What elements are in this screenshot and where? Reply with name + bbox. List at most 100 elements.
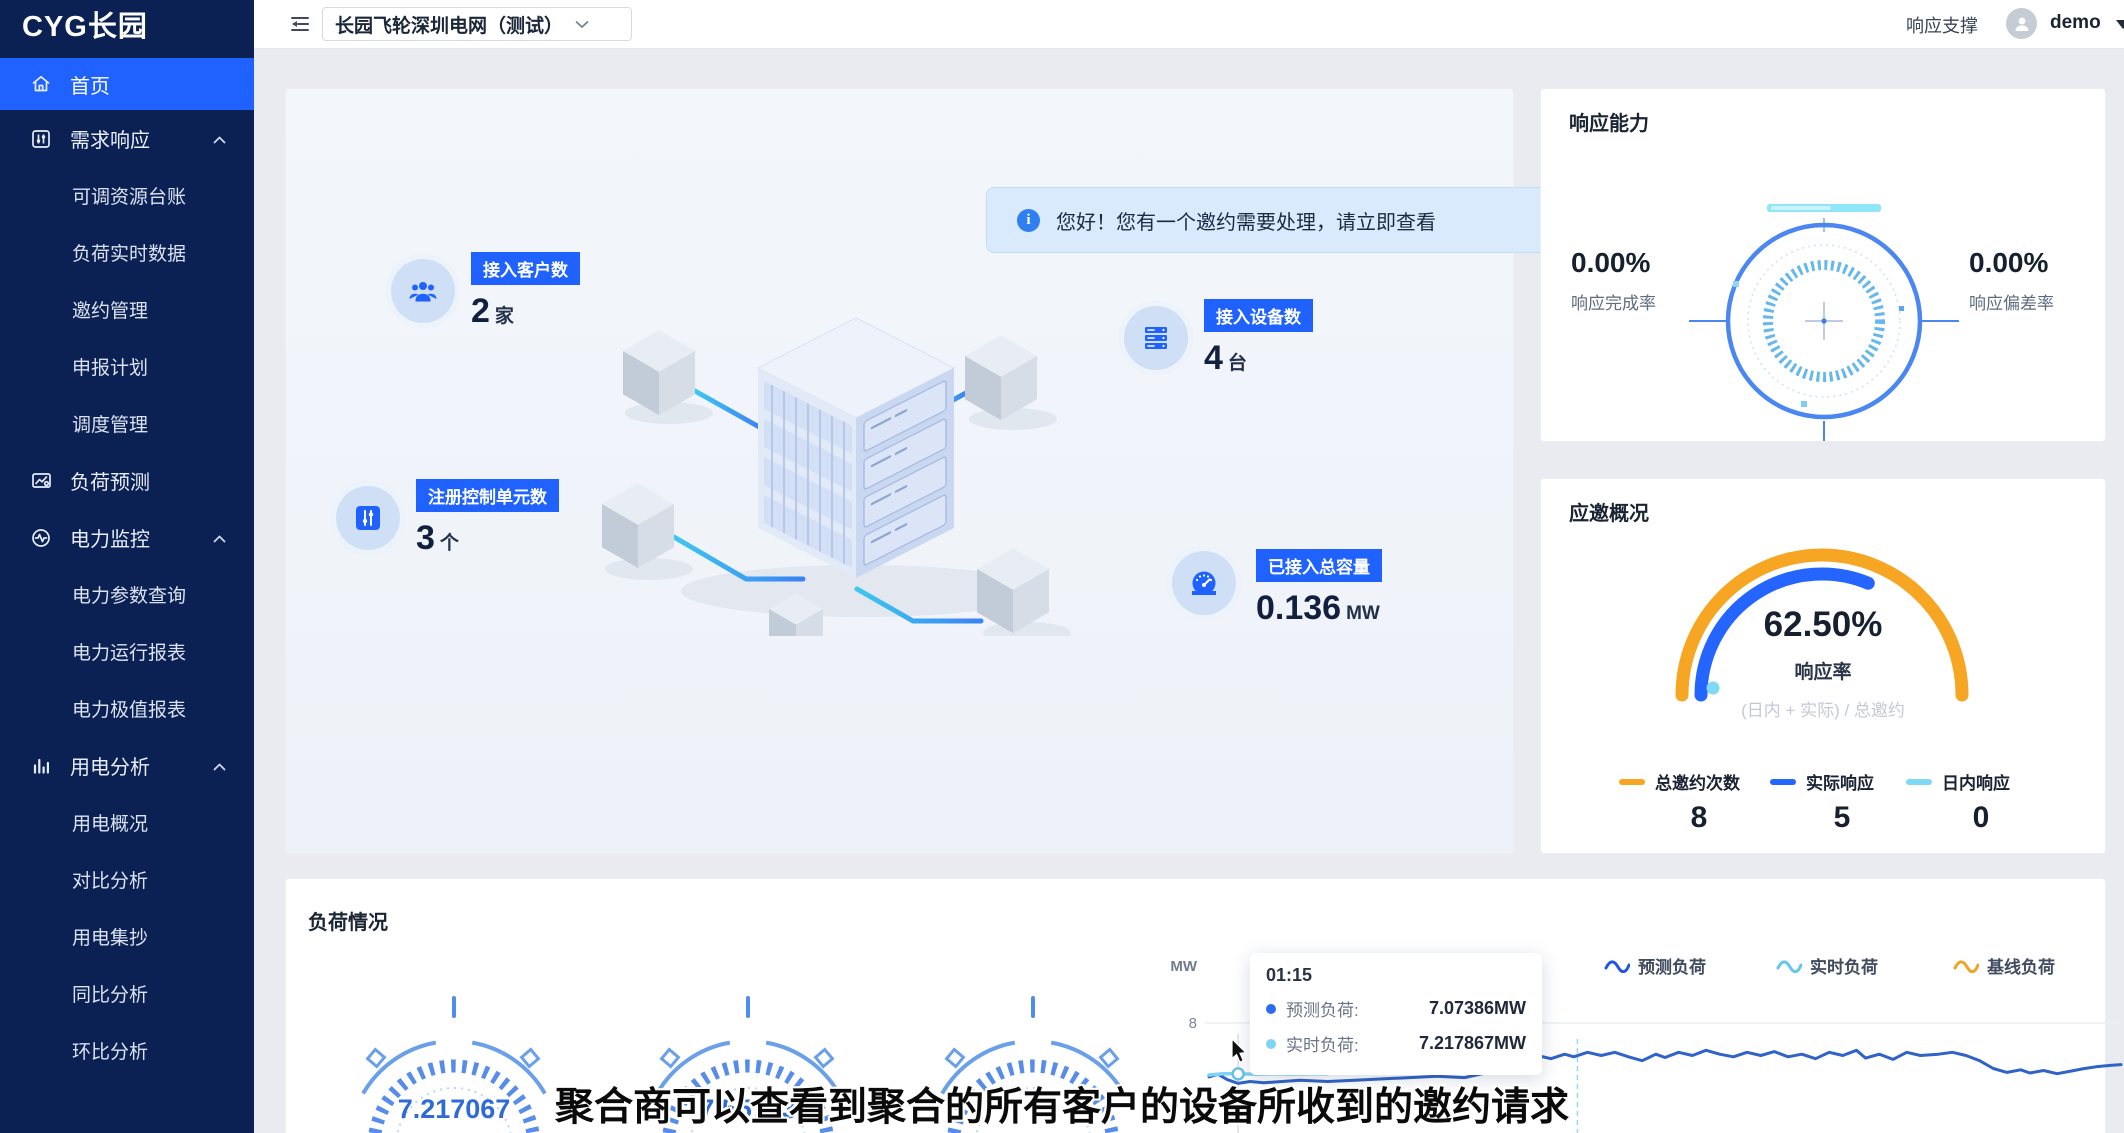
user-icon	[2013, 15, 2031, 33]
sidebar-item-label: 用电分析	[70, 751, 150, 780]
deviation-rate-value: 0.00%	[1969, 247, 2109, 279]
sidebar-item-power-operation-report[interactable]: 电力运行报表	[0, 623, 254, 680]
sidebar-item-label: 邀约管理	[72, 296, 148, 323]
sidebar-item-label: 同比分析	[72, 980, 148, 1007]
sidebar-item-demand-response[interactable]: 需求响应	[0, 110, 254, 167]
sidebar-item-label: 需求响应	[70, 124, 150, 153]
gauge-legend-item-total[interactable]: 总邀约次数	[1619, 769, 1740, 794]
sidebar-item-label: 负荷预测	[70, 466, 150, 495]
sidebar-item-label: 调度管理	[72, 410, 148, 437]
sidebar-item-power-parameter-query[interactable]: 电力参数查询	[0, 566, 254, 623]
sidebar-item-label: 电力参数查询	[72, 581, 186, 608]
completion-rate-label: 响应完成率	[1571, 289, 1711, 314]
chevron-up-icon[interactable]	[213, 526, 226, 549]
response-radar-graphic	[1541, 196, 2105, 446]
sidebar-collapse-icon[interactable]	[288, 12, 312, 41]
stat-label-badge: 注册控制单元数	[416, 479, 559, 512]
stat-label-badge: 接入客户数	[471, 252, 580, 285]
response-capability-card: 响应能力 0.00% 响应完成率 0.00% 响应偏差率	[1540, 88, 2106, 442]
brand-logo: CYG长园	[0, 0, 254, 48]
response-rate-formula: (日内 + 实际) / 总邀约	[1673, 696, 1973, 721]
wave-icon	[1776, 959, 1802, 973]
panel-title: 负荷情况	[308, 906, 388, 935]
topbar: 长园飞轮深圳电网（测试） 响应支撑 demo	[254, 0, 2124, 49]
dot-icon	[1266, 1039, 1276, 1049]
app-root: CYG长园 首页需求响应可调资源台账负荷实时数据邀约管理申报计划调度管理负荷预测…	[0, 0, 2124, 1133]
sidebar-item-home[interactable]: 首页	[0, 58, 254, 110]
tooltip-time: 01:15	[1266, 965, 1526, 986]
stat-connected-customers: 接入客户数 2家	[386, 254, 460, 328]
server-cluster-illustration	[561, 291, 1121, 636]
panel-title: 应邀概况	[1569, 497, 1649, 526]
sidebar-item-label: 负荷实时数据	[72, 239, 186, 266]
deviation-rate-label: 响应偏差率	[1969, 289, 2109, 314]
stat-label-badge: 已接入总容量	[1256, 549, 1382, 582]
demand-response-icon	[30, 128, 52, 150]
gauge-legend-item-actual[interactable]: 实际响应	[1770, 769, 1874, 794]
sidebar-item-label: 电力运行报表	[72, 638, 186, 665]
sidebar-item-electricity-overview[interactable]: 用电概况	[0, 794, 254, 851]
sidebar-item-declaration-plan[interactable]: 申报计划	[0, 338, 254, 395]
sidebar-item-label: 申报计划	[72, 353, 148, 380]
legend-swatch	[1906, 779, 1932, 785]
legend-value-actual: 5	[1812, 801, 1872, 835]
gauge-legend-item-intraday[interactable]: 日内响应	[1906, 769, 2010, 794]
capacity-gauge-icon	[1167, 546, 1241, 620]
legend-swatch	[1770, 779, 1796, 785]
info-icon: i	[1017, 209, 1040, 232]
grid-selector-dropdown[interactable]: 长园飞轮深圳电网（测试）	[322, 7, 632, 41]
invitation-overview-card: 应邀概况 62.50% 响应率 (日内 + 实际) / 总邀约 总邀约次数 实际…	[1540, 478, 2106, 854]
stat-total-capacity: 已接入总容量 0.136MW	[1167, 546, 1241, 620]
sidebar-item-electricity-analysis[interactable]: 用电分析	[0, 737, 254, 794]
sidebar-item-meter-reading[interactable]: 用电集抄	[0, 908, 254, 965]
sidebar-item-label: 对比分析	[72, 866, 148, 893]
customers-icon	[386, 254, 460, 328]
tooltip-row-realtime: 实时负荷: 7.217867MW	[1266, 1031, 1526, 1056]
username[interactable]: demo	[2050, 12, 2101, 34]
wave-icon	[1604, 959, 1630, 973]
chevron-up-icon[interactable]	[213, 127, 226, 150]
chart-legend-baseline[interactable]: 基线负荷	[1953, 953, 2055, 978]
sidebar-item-power-extreme-report[interactable]: 电力极值报表	[0, 680, 254, 737]
banner-text: 您好！您有一个邀约需要处理，请立即查看	[1056, 206, 1436, 235]
chart-legend-realtime[interactable]: 实时负荷	[1776, 953, 1878, 978]
completion-rate-value: 0.00%	[1571, 247, 1711, 279]
sidebar-item-yoy-analysis[interactable]: 同比分析	[0, 965, 254, 1022]
avatar[interactable]	[2006, 8, 2037, 39]
sidebar-item-realtime-load-data[interactable]: 负荷实时数据	[0, 224, 254, 281]
svg-text:8: 8	[1189, 1015, 1197, 1032]
sidebar: CYG长园 首页需求响应可调资源台账负荷实时数据邀约管理申报计划调度管理负荷预测…	[0, 0, 254, 1133]
chevron-up-icon[interactable]	[213, 754, 226, 777]
svg-text:MW: MW	[1170, 958, 1197, 975]
sidebar-item-comparison-analysis[interactable]: 对比分析	[0, 851, 254, 908]
tooltip-row-forecast: 预测负荷: 7.07386MW	[1266, 996, 1526, 1021]
chart-tooltip: 01:15 预测负荷: 7.07386MW 实时负荷: 7.217867MW	[1250, 953, 1542, 1075]
sidebar-item-label: 电力监控	[70, 523, 150, 552]
sidebar-item-dispatch-management[interactable]: 调度管理	[0, 395, 254, 452]
sidebar-item-label: 首页	[70, 70, 110, 99]
sidebar-item-invitation-management[interactable]: 邀约管理	[0, 281, 254, 338]
sidebar-item-load-forecast[interactable]: 负荷预测	[0, 452, 254, 509]
mouse-cursor-icon	[1231, 1038, 1249, 1064]
control-units-icon	[331, 481, 405, 555]
response-rate-label: 响应率	[1673, 657, 1973, 684]
stat-registered-control-units: 注册控制单元数 3个	[331, 481, 405, 555]
sidebar-item-label: 可调资源台账	[72, 182, 186, 209]
legend-value-intraday: 0	[1951, 801, 2011, 835]
wave-icon	[1953, 959, 1979, 973]
sidebar-menu: 首页需求响应可调资源台账负荷实时数据邀约管理申报计划调度管理负荷预测电力监控电力…	[0, 58, 254, 1079]
chevron-down-icon	[575, 20, 589, 29]
sidebar-item-label: 用电集抄	[72, 923, 148, 950]
user-menu-caret-icon[interactable]	[2116, 20, 2124, 29]
stat-label-badge: 接入设备数	[1204, 299, 1313, 332]
home-icon	[30, 73, 52, 95]
chart-legend-forecast[interactable]: 预测负荷	[1604, 953, 1706, 978]
load-forecast-icon	[30, 470, 52, 492]
response-support-link[interactable]: 响应支撑	[1906, 12, 1978, 38]
sidebar-item-power-monitoring[interactable]: 电力监控	[0, 509, 254, 566]
dot-icon	[1266, 1004, 1276, 1014]
legend-value-total: 8	[1669, 801, 1729, 835]
sidebar-item-adjustable-resource-ledger[interactable]: 可调资源台账	[0, 167, 254, 224]
sidebar-item-mom-analysis[interactable]: 环比分析	[0, 1022, 254, 1079]
electricity-analysis-icon	[30, 755, 52, 777]
